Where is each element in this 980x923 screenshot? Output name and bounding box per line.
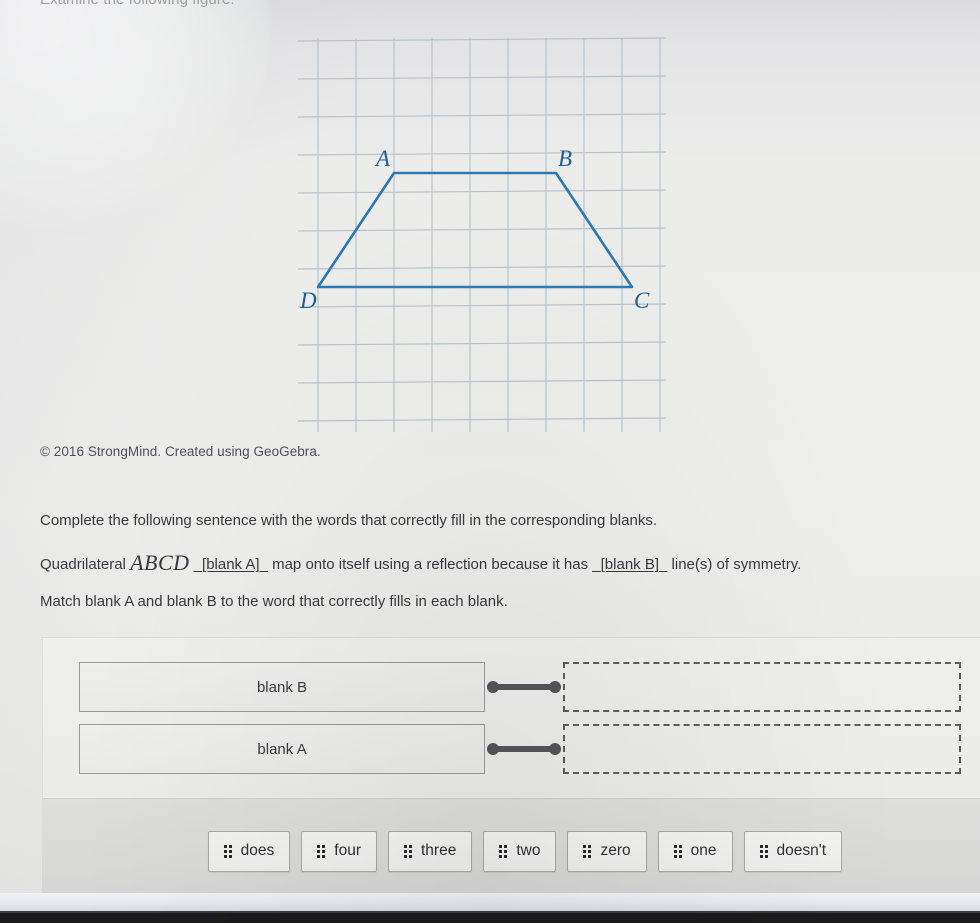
sentence-blank-b: _[blank B]_ — [592, 556, 668, 573]
word-bank: does four three two zero one doesn't — [42, 798, 980, 903]
connector-knob-right-icon — [549, 681, 561, 693]
connector-bar-icon — [493, 684, 555, 690]
sentence-prefix: Quadrilateral — [40, 556, 126, 573]
word-chip-label: doesn't — [776, 842, 827, 859]
sentence-suffix: line(s) of symmetry. — [671, 556, 802, 573]
word-chip-doesnt[interactable]: doesn't — [743, 830, 842, 872]
word-chip-one[interactable]: one — [657, 830, 733, 872]
word-chip-label: four — [334, 842, 361, 859]
drag-handle-icon[interactable] — [404, 844, 412, 858]
figure-credit: © 2016 StrongMind. Created using GeoGebr… — [40, 444, 321, 459]
connector-knob-right-icon — [549, 743, 561, 755]
geometry-figure: A B C D — [296, 36, 668, 434]
vertex-label-a: A — [374, 146, 391, 171]
word-chip-three[interactable]: three — [388, 830, 473, 872]
drop-zone-blank-b[interactable] — [563, 662, 961, 712]
drag-handle-icon[interactable] — [223, 844, 232, 858]
sentence-quadrilateral-name: ABCD — [130, 550, 190, 575]
instruction-sentence: Quadrilateral ABCD _[blank A]_ map onto … — [40, 549, 801, 577]
word-chip-two[interactable]: two — [483, 830, 557, 872]
drag-handle-icon[interactable] — [673, 844, 682, 858]
figure-svg: A B C D — [297, 37, 667, 432]
vertex-label-d: D — [299, 288, 317, 313]
device-bezel — [0, 911, 980, 923]
drag-handle-icon[interactable] — [317, 844, 326, 858]
term-label: blank B — [256, 678, 308, 696]
word-chip-label: does — [240, 842, 275, 859]
match-row-blank-b: blank B — [79, 661, 961, 713]
word-chip-label: two — [516, 842, 541, 859]
word-chip-label: zero — [600, 842, 631, 859]
word-chip-label: three — [421, 842, 457, 859]
word-chip-zero[interactable]: zero — [567, 830, 647, 872]
drag-handle-icon[interactable] — [499, 844, 508, 858]
match-row-blank-a: blank A — [79, 723, 961, 775]
vertex-label-c: C — [634, 288, 650, 313]
word-chip-four[interactable]: four — [301, 830, 377, 872]
word-chip-does[interactable]: does — [207, 830, 291, 872]
vertex-label-b: B — [558, 146, 572, 171]
drag-handle-icon[interactable] — [759, 844, 768, 858]
connector-bar-icon — [493, 746, 555, 752]
connector-blank-b — [485, 662, 563, 712]
instruction-line-1: Complete the following sentence with the… — [40, 512, 657, 529]
sentence-blank-a: _[blank A]_ — [193, 556, 268, 573]
matching-panel: blank B blank A — [42, 637, 980, 798]
term-box-blank-b[interactable]: blank B — [79, 662, 485, 712]
term-label: blank A — [257, 740, 307, 758]
instruction-line-3: Match blank A and blank B to the word th… — [40, 593, 508, 610]
sentence-middle: map onto itself using a reflection becau… — [272, 556, 589, 573]
word-chip-label: one — [690, 842, 717, 859]
term-box-blank-a[interactable]: blank A — [79, 724, 485, 774]
connector-blank-a — [485, 724, 563, 774]
drag-handle-icon[interactable] — [583, 844, 592, 858]
top-prompt-text: Examine the following figure. — [40, 0, 235, 8]
drop-zone-blank-a[interactable] — [563, 724, 961, 774]
